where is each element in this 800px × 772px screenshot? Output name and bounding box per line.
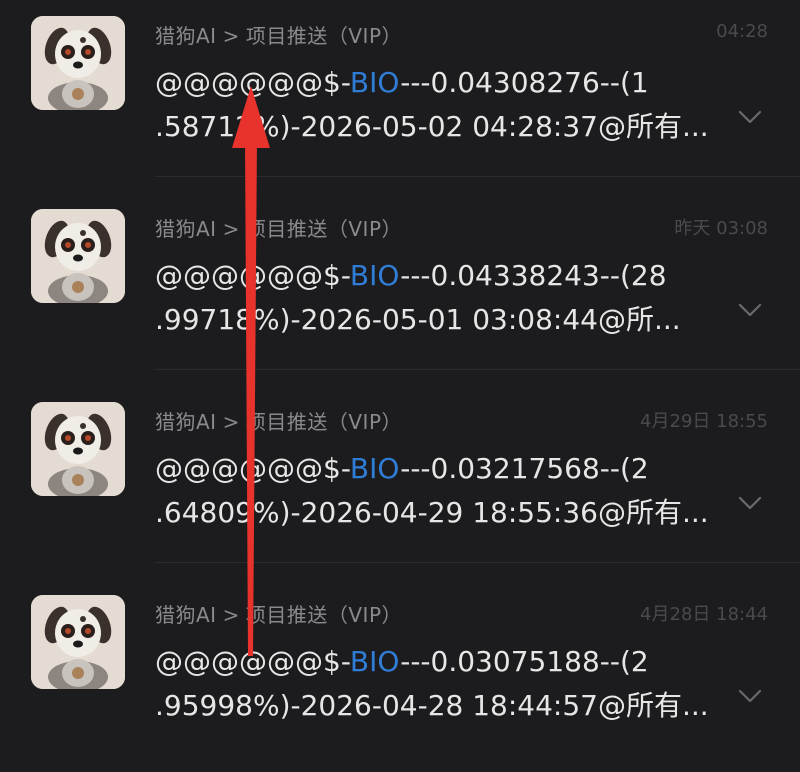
message-line-1: @@@@@@$-BIO---0.03075188--(2	[155, 640, 735, 684]
message-price: ---0.03075188--(2	[400, 645, 649, 678]
ticker-link[interactable]: BIO	[350, 66, 400, 99]
divider	[155, 176, 800, 177]
sender-name: 猎狗AI	[155, 24, 217, 48]
message-preview[interactable]: @@@@@@$-BIO---0.03075188--(2 .95998%)-20…	[155, 640, 735, 728]
message-source: 猎狗AI > 项目推送（VIP）	[155, 406, 402, 435]
message-line-2: .58712%)-2026-05-02 04:28:37@所有...	[155, 110, 709, 143]
message-price: ---0.04308276--(1	[400, 66, 649, 99]
message-item[interactable]: 猎狗AI > 项目推送（VIP） 04:28 @@@@@@$-BIO---0.043…	[0, 0, 800, 193]
message-line-2: .95998%)-2026-04-28 18:44:57@所有...	[155, 689, 709, 722]
message-item[interactable]: 猎狗AI > 项目推送（VIP） 4月29日 18:55 @@@@@@$-BIO--…	[0, 386, 800, 579]
breadcrumb-separator: >	[222, 603, 240, 627]
message-line-1: @@@@@@$-BIO---0.04308276--(1	[155, 61, 735, 105]
robot-dog-bitcoin-avatar-icon[interactable]	[31, 402, 125, 496]
channel-name: 项目推送（VIP）	[245, 603, 402, 627]
message-price: ---0.04338243--(28	[400, 259, 667, 292]
chevron-down-icon[interactable]	[738, 301, 762, 319]
message-item[interactable]: 猎狗AI > 项目推送（VIP） 昨天 03:08 @@@@@@$-BIO---0.…	[0, 193, 800, 386]
message-line-2: .64809%)-2026-04-29 18:55:36@所有...	[155, 496, 709, 529]
ticker-link[interactable]: BIO	[350, 645, 400, 678]
sender-name: 猎狗AI	[155, 217, 217, 241]
message-timestamp: 4月29日 18:55	[640, 411, 768, 432]
channel-name: 项目推送（VIP）	[245, 24, 402, 48]
robot-dog-bitcoin-avatar-icon[interactable]	[31, 16, 125, 110]
message-feed: 猎狗AI > 项目推送（VIP） 04:28 @@@@@@$-BIO---0.043…	[0, 0, 800, 754]
breadcrumb-separator: >	[222, 410, 240, 434]
message-prefix: @@@@@@$-	[155, 452, 350, 485]
message-price: ---0.03217568--(2	[400, 452, 649, 485]
message-source: 猎狗AI > 项目推送（VIP）	[155, 213, 402, 242]
robot-dog-bitcoin-avatar-icon[interactable]	[31, 209, 125, 303]
sender-name: 猎狗AI	[155, 603, 217, 627]
message-prefix: @@@@@@$-	[155, 259, 350, 292]
chevron-down-icon[interactable]	[738, 494, 762, 512]
sender-name: 猎狗AI	[155, 410, 217, 434]
message-line-1: @@@@@@$-BIO---0.03217568--(2	[155, 447, 735, 491]
message-source: 猎狗AI > 项目推送（VIP）	[155, 20, 402, 49]
divider	[155, 369, 800, 370]
channel-name: 项目推送（VIP）	[245, 410, 402, 434]
message-timestamp: 4月28日 18:44	[640, 604, 768, 625]
message-line-2: .99718%)-2026-05-01 03:08:44@所...	[155, 303, 681, 336]
message-preview[interactable]: @@@@@@$-BIO---0.03217568--(2 .64809%)-20…	[155, 447, 735, 535]
ticker-link[interactable]: BIO	[350, 452, 400, 485]
message-line-1: @@@@@@$-BIO---0.04338243--(28	[155, 254, 735, 298]
message-source: 猎狗AI > 项目推送（VIP）	[155, 599, 402, 628]
message-prefix: @@@@@@$-	[155, 645, 350, 678]
message-timestamp: 04:28	[716, 21, 768, 42]
message-timestamp: 昨天 03:08	[674, 218, 768, 239]
chevron-down-icon[interactable]	[738, 687, 762, 705]
message-item[interactable]: 猎狗AI > 项目推送（VIP） 4月28日 18:44 @@@@@@$-BIO--…	[0, 579, 800, 772]
breadcrumb-separator: >	[222, 217, 240, 241]
ticker-link[interactable]: BIO	[350, 259, 400, 292]
message-preview[interactable]: @@@@@@$-BIO---0.04338243--(28 .99718%)-2…	[155, 254, 735, 342]
breadcrumb-separator: >	[222, 24, 240, 48]
channel-name: 项目推送（VIP）	[245, 217, 402, 241]
message-preview[interactable]: @@@@@@$-BIO---0.04308276--(1 .58712%)-20…	[155, 61, 735, 149]
message-prefix: @@@@@@$-	[155, 66, 350, 99]
chevron-down-icon[interactable]	[738, 108, 762, 126]
robot-dog-bitcoin-avatar-icon[interactable]	[31, 595, 125, 689]
divider	[155, 562, 800, 563]
